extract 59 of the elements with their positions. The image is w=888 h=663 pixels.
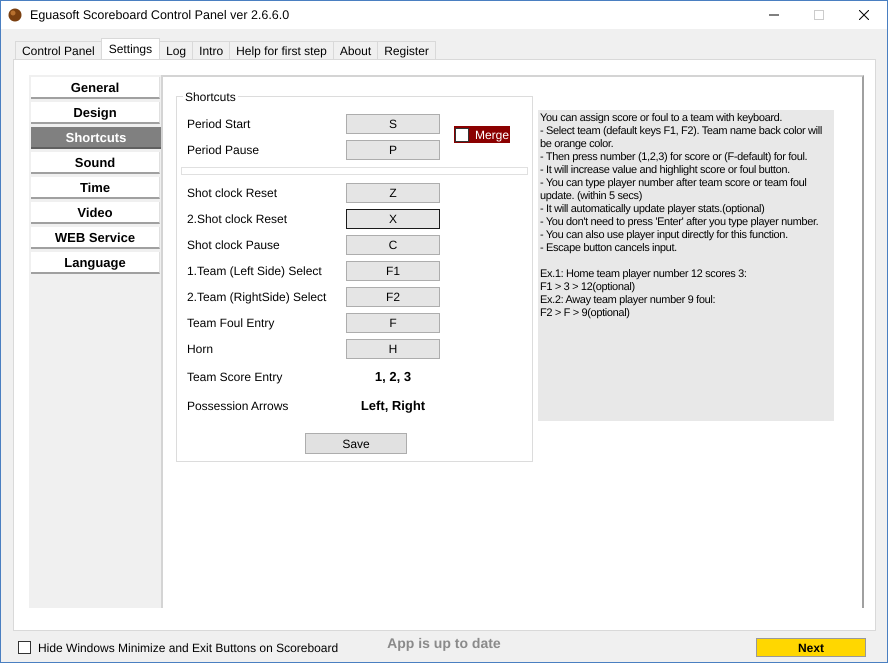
sidebar-item[interactable]: WEB Service	[31, 227, 160, 249]
help-line: Ex.2: Away team player number 9 foul:	[540, 294, 716, 307]
help-line: - Then press number (1,2,3) for score or (F-default) for foul.	[540, 151, 808, 164]
shortcut-keys: 1, 2, 3	[346, 369, 440, 384]
window-title: Eguasoft Scoreboard Control Panel ver 2.6.6.0	[30, 8, 290, 22]
shortcut-label: 2.Shot clock Reset	[187, 212, 288, 226]
key-button[interactable]: H	[346, 339, 440, 359]
tab[interactable]: Register	[377, 41, 436, 59]
help-line: - You can type player number after team score or team foul update. (within 5 secs)	[540, 177, 808, 203]
shortcut-label: Team Score Entry	[187, 370, 284, 384]
sidebar-item[interactable]: General	[31, 77, 160, 99]
checkbox[interactable]	[455, 128, 469, 142]
shortcut-label: Period Pause	[187, 143, 260, 157]
key-button[interactable]: C	[346, 235, 440, 255]
sidebar-item[interactable]: Sound	[31, 152, 160, 174]
help-line: Ex.1: Home team player number 12 scores 3:	[540, 268, 748, 281]
help-line: - It will increase value and highlight score or foul button.	[540, 164, 791, 177]
help-line: You can assign score or foul to a team with keyboard.	[540, 112, 784, 125]
help-line: F2 > F > 9(optional)	[540, 307, 631, 320]
help-line: - Escape button cancels input.	[540, 242, 678, 255]
shortcut-keys: Left, Right	[346, 398, 440, 413]
shortcut-label: Period Start	[187, 117, 252, 131]
sidebar-item[interactable]: Design	[31, 102, 160, 124]
tab[interactable]: Settings	[100, 38, 160, 59]
shortcut-label: Shot clock Reset	[187, 186, 278, 200]
merge-checkbox[interactable]: Merge	[454, 126, 510, 143]
close-icon[interactable]	[859, 10, 869, 20]
shortcut-label: Shot clock Pause	[187, 238, 281, 252]
save-button[interactable]: Save	[305, 433, 407, 454]
tab[interactable]: Control Panel	[15, 41, 102, 59]
key-button[interactable]: P	[346, 140, 440, 160]
shortcut-label: 1.Team (Left Side) Select	[187, 264, 323, 278]
key-button[interactable]: Z	[346, 183, 440, 203]
key-button[interactable]: F2	[346, 287, 440, 307]
tab[interactable]: Log	[159, 41, 194, 59]
tab[interactable]: Help for first step	[229, 41, 334, 59]
help-line: - Select team (default keys F1, F2). Team name back color will be orange color.	[540, 125, 823, 151]
sidebar-item[interactable]: Video	[31, 202, 160, 224]
help-line: - It will automatically update player stats.(optional)	[540, 203, 766, 216]
shortcut-label: 2.Team (RightSide) Select	[187, 290, 328, 304]
checkbox[interactable]	[18, 641, 31, 654]
status-text: App is up to date	[387, 634, 501, 650]
help-line: - You don't need to press 'Enter' after you type player number.	[540, 216, 820, 229]
key-button[interactable]: S	[346, 114, 440, 134]
ball-icon	[8, 8, 22, 22]
sidebar-item[interactable]: Shortcuts	[31, 127, 162, 149]
shortcut-label: Horn	[187, 342, 214, 356]
shortcut-label: Possession Arrows	[187, 398, 290, 412]
help-line: - You can also use player input directly for this function.	[540, 229, 789, 242]
help-line: F1 > 3 > 12(optional)	[540, 281, 636, 294]
key-button[interactable]: F1	[346, 261, 440, 281]
sidebar-item[interactable]: Language	[31, 252, 160, 274]
key-button[interactable]: F	[346, 313, 440, 333]
key-button[interactable]: X	[346, 209, 440, 229]
shortcut-label: Team Foul Entry	[187, 316, 276, 330]
group-title: Shortcuts	[183, 90, 238, 104]
sidebar-item[interactable]: Time	[31, 177, 160, 199]
hide-buttons-checkbox[interactable]: Hide Windows Minimize and Exit Buttons on Scoreboard	[18, 640, 338, 654]
next-button[interactable]: Next	[756, 638, 866, 657]
